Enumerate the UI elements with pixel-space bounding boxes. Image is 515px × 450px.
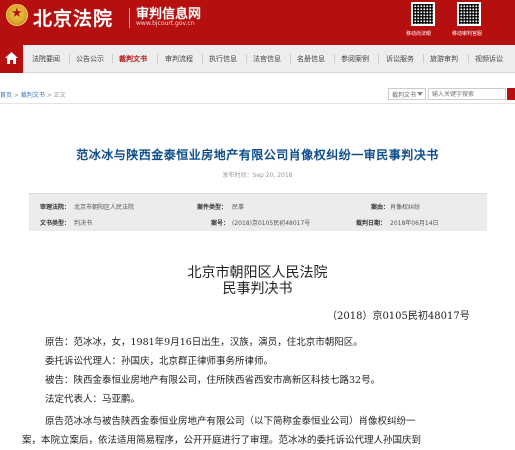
case-no-label: 案号： (211, 220, 230, 227)
nav-item-litigation-services[interactable]: 诉讼服务 (386, 54, 414, 64)
qr-code-icon (411, 2, 435, 26)
search-category-select[interactable]: 裁判文书 (388, 88, 426, 100)
doc-type-value: 判决书 (74, 220, 93, 227)
cause-value: 肖像权纠纷 (390, 204, 421, 211)
search-button[interactable] (507, 88, 515, 100)
document-paragraph: 案，本院立案后，依法适用简易程序，公开开庭进行了审理。范冰冰的委托诉讼代理人孙国… (22, 435, 422, 446)
case-title: 范冰冰与陕西金泰恒业房地产有限公司肖像权纠纷一审民事判决书 (76, 148, 439, 162)
breadcrumb-home-link[interactable]: 首页 (0, 92, 12, 99)
document-paragraph: 原告范冰冰与被告陕西金泰恒业房地产有限公司（以下简称金泰恒业公司）肖像权纠纷一 (45, 416, 416, 427)
judgment-date-label: 裁判日期： (356, 220, 387, 227)
search-input[interactable] (428, 88, 506, 100)
publish-time: 发布时间：Sep 20, 2018 (0, 170, 515, 179)
nav-item-rosters[interactable]: 名册信息 (297, 54, 325, 64)
document-paragraph: 委托诉讼代理人：孙国庆，北京群正律师事务所律师。 (45, 356, 274, 367)
nav-item-execution[interactable]: 执行信息 (209, 54, 237, 64)
case-type-value: 民事 (232, 204, 245, 211)
nav-divider (157, 54, 158, 63)
doc-type-label: 文书类型： (40, 220, 71, 227)
document-paragraph: 被告：陕西金泰恒业房地产有限公司，住所陕西省西安市高新区科技七路32号。 (45, 375, 381, 386)
breadcrumb-section-link[interactable]: 裁判文书 (21, 92, 45, 99)
brand-title[interactable]: 北京法院 (33, 4, 113, 31)
nav-item-judges[interactable]: 法官信息 (253, 54, 281, 64)
nav-item-reference-cases[interactable]: 参阅案例 (341, 54, 369, 64)
nav-divider (290, 54, 291, 63)
main-nav: 法院要闻 公告公示 裁判文书 审判流程 执行信息 法官信息 名册信息 参阅案例 … (0, 45, 515, 73)
case-info-panel: 审理法院： 北京市朝阳区人民法院 案件类型： 民事 案由： 肖像权纠纷 文书类型… (29, 193, 487, 231)
nav-item-judgments[interactable]: 裁判文书 (119, 54, 147, 64)
chevron-down-icon (417, 92, 423, 96)
nav-item-tourism-trials[interactable]: 旅游审判 (430, 54, 458, 64)
nav-divider (202, 54, 203, 63)
nav-divider (378, 54, 379, 63)
qr-code-icon (457, 2, 481, 26)
publish-label: 发布时间： (222, 172, 253, 179)
nav-divider (112, 54, 113, 63)
breadcrumb-separator: > (12, 92, 21, 99)
nav-item-news[interactable]: 法院要闻 (32, 54, 60, 64)
nav-divider (69, 54, 70, 63)
document-type: 民事判决书 (222, 281, 293, 297)
qr-label: 移动尚法眼 (406, 31, 432, 37)
breadcrumb-bar: 首页 > 裁判文书 > 正文 裁判文书 (0, 84, 515, 104)
home-icon (5, 52, 18, 64)
judgment-date-value: 2018年06月14日 (390, 220, 439, 227)
site-url: www.bjcourt.gov.cn (136, 20, 195, 27)
document-paragraph: 原告：范冰冰，女，1981年9月16日出生，汉族，演员，住北京市朝阳区。 (45, 337, 363, 348)
site-header: 北京法院 审判信息网 www.bjcourt.gov.cn 移动尚法眼 移动审判… (0, 0, 515, 45)
qr-label: 移动审判官服 (452, 31, 483, 37)
nav-item-notices[interactable]: 公告公示 (76, 54, 104, 64)
court-emblem-icon (6, 4, 28, 26)
breadcrumb-separator: > (44, 92, 54, 99)
document-paragraph: 法定代表人：马亚鹏。 (45, 394, 141, 405)
cause-label: 案由： (371, 204, 390, 211)
nav-divider (468, 54, 469, 63)
publish-date: Sep 20, 2018 (252, 172, 293, 179)
breadcrumb: 首页 > 裁判文书 > 正文 (0, 90, 66, 99)
court-label: 审理法院： (40, 204, 71, 211)
nav-item-video-litigation[interactable]: 视频诉讼 (475, 54, 503, 64)
document-case-number: （2018）京0105民初48017号 (327, 311, 470, 322)
search-category-value: 裁判文书 (392, 92, 417, 99)
case-no-value: (2018)京0105民初48017号 (232, 220, 311, 227)
brand-divider (129, 8, 130, 28)
home-button[interactable] (0, 45, 23, 73)
nav-divider (423, 54, 424, 63)
nav-divider (334, 54, 335, 63)
nav-divider (246, 54, 247, 63)
nav-item-trial-process[interactable]: 审判流程 (165, 54, 193, 64)
breadcrumb-current: 正文 (53, 92, 66, 99)
court-value: 北京市朝阳区人民法院 (74, 204, 135, 211)
case-type-label: 案件类型： (197, 204, 228, 211)
